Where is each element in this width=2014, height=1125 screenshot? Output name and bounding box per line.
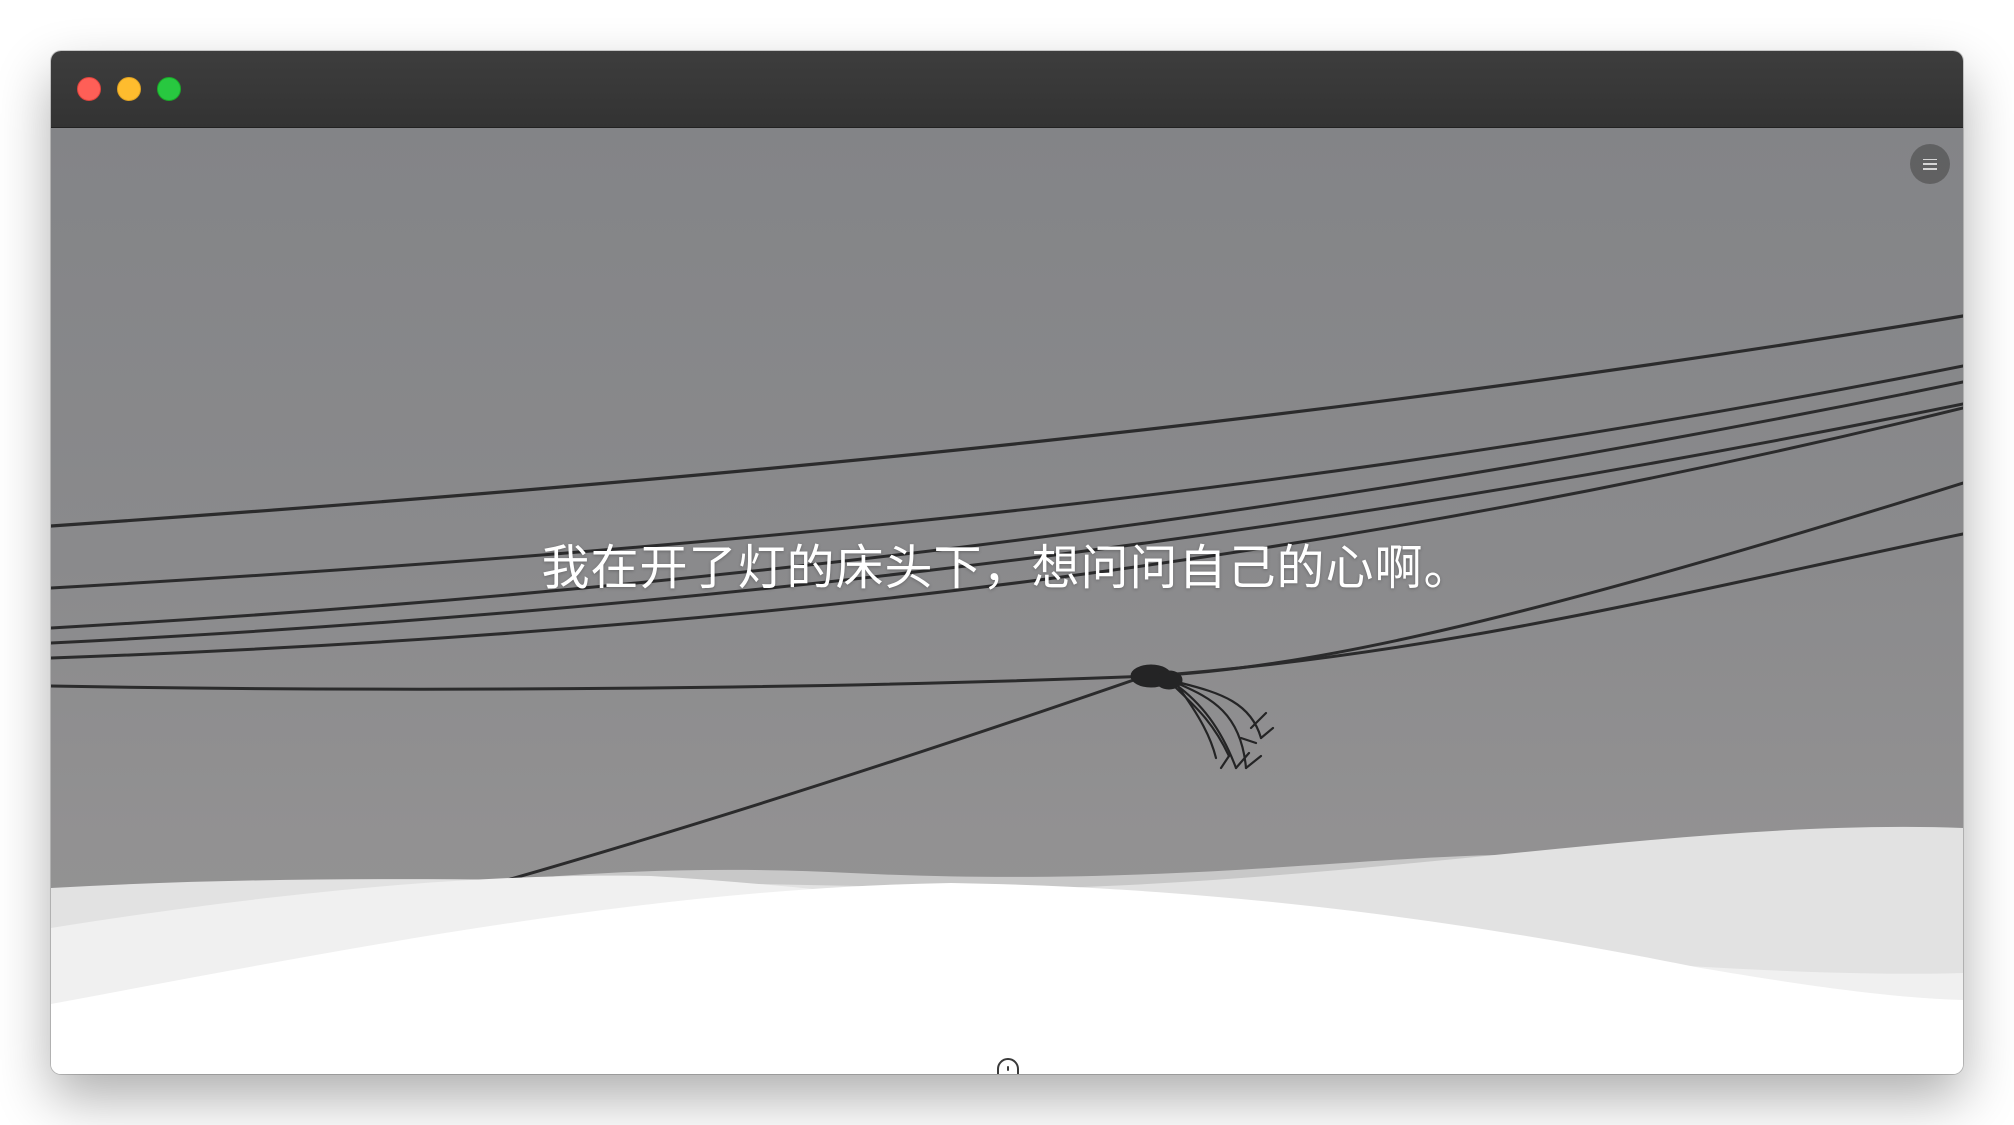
maximize-window-button[interactable] bbox=[157, 77, 181, 101]
hero-quote: 我在开了灯的床头下，想问问自己的心啊。 bbox=[541, 540, 1473, 596]
hero-background-art bbox=[51, 314, 1963, 1074]
scroll-down-mouse-icon[interactable] bbox=[997, 1058, 1019, 1074]
close-window-button[interactable] bbox=[77, 77, 101, 101]
mouse-wheel-icon bbox=[1007, 1066, 1009, 1071]
hamburger-icon bbox=[1923, 158, 1937, 170]
power-line bbox=[51, 314, 1963, 528]
menu-button[interactable] bbox=[1910, 144, 1950, 184]
minimize-window-button[interactable] bbox=[117, 77, 141, 101]
power-line bbox=[51, 402, 1963, 645]
wire-knot bbox=[1130, 664, 1275, 770]
browser-window: 我在开了灯的床头下，想问问自己的心啊。 bbox=[51, 51, 1963, 1074]
hero-section: 我在开了灯的床头下，想问问自己的心啊。 bbox=[51, 128, 1963, 1074]
wave-shapes bbox=[51, 826, 1963, 1074]
title-bar bbox=[51, 51, 1963, 128]
